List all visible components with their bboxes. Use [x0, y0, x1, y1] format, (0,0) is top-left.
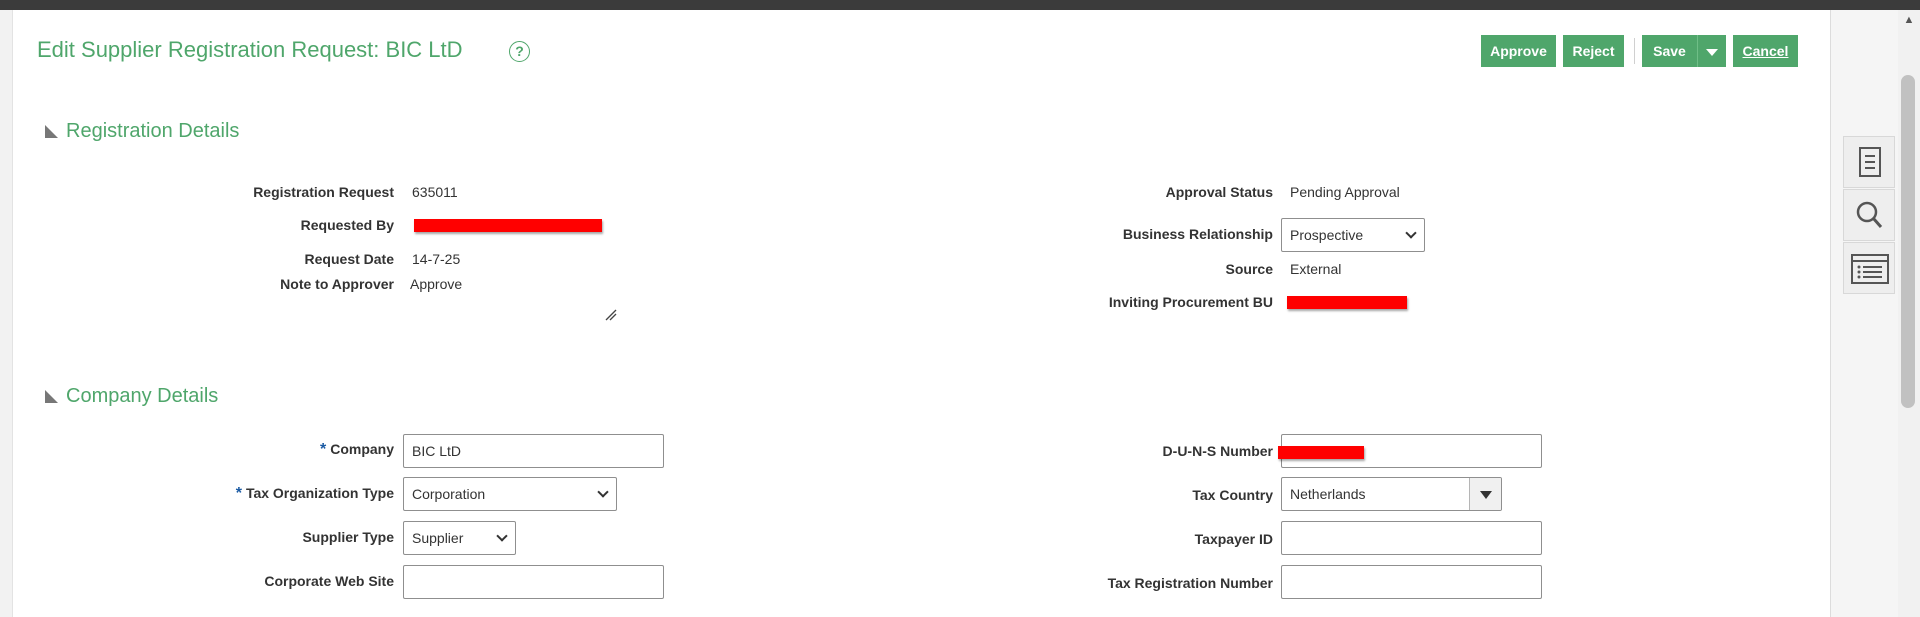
- tax-organization-type-label: * Tax Organization Type: [236, 485, 394, 503]
- duns-number-label: D-U-N-S Number: [1162, 443, 1273, 459]
- request-date-label: Request Date: [304, 251, 394, 267]
- taxpayer-id-input[interactable]: [1281, 521, 1542, 555]
- approve-button[interactable]: Approve: [1481, 35, 1556, 67]
- redacted-duns-number: [1278, 446, 1364, 459]
- note-to-approver-label: Note to Approver: [280, 276, 394, 292]
- redacted-inviting-procurement-bu: [1287, 296, 1407, 309]
- corporate-web-site-input[interactable]: [403, 565, 664, 599]
- supplier-type-label: Supplier Type: [302, 529, 394, 545]
- document-icon: [1859, 147, 1881, 177]
- collapse-triangle-icon[interactable]: [45, 390, 58, 403]
- tax-country-combobox[interactable]: Netherlands: [1281, 477, 1502, 511]
- chevron-down-icon: [496, 530, 508, 542]
- business-relationship-label: Business Relationship: [1122, 226, 1273, 242]
- list-icon: [1851, 254, 1889, 284]
- inviting-procurement-bu-label: Inviting Procurement BU: [1108, 294, 1273, 310]
- approval-status-value: Pending Approval: [1290, 184, 1400, 200]
- save-menu-button[interactable]: [1697, 35, 1726, 67]
- tax-country-value: Netherlands: [1290, 486, 1366, 502]
- requested-by-label: Requested By: [300, 217, 394, 233]
- section-heading-company-details[interactable]: Company Details: [66, 385, 218, 408]
- required-asterisk: *: [319, 441, 327, 458]
- scroll-up-arrow-icon[interactable]: ▲: [1903, 14, 1915, 26]
- window-top-bar: [0, 0, 1920, 10]
- collapse-triangle-icon[interactable]: [45, 125, 58, 138]
- tax-organization-type-selected: Corporation: [412, 486, 486, 502]
- side-panel-list-button[interactable]: [1843, 242, 1895, 294]
- search-icon: [1856, 201, 1883, 228]
- section-heading-registration-details[interactable]: Registration Details: [66, 120, 239, 143]
- business-relationship-select[interactable]: Prospective: [1281, 218, 1425, 252]
- note-to-approver-text[interactable]: Approve: [410, 276, 462, 292]
- request-date-value: 14-7-25: [412, 251, 461, 267]
- resize-handle-icon[interactable]: [605, 309, 617, 321]
- source-label: Source: [1225, 261, 1273, 277]
- supplier-type-selected: Supplier: [412, 530, 464, 546]
- toolbar-separator: [1634, 38, 1635, 64]
- save-button[interactable]: Save: [1642, 35, 1697, 67]
- company-label: * Company: [320, 441, 394, 459]
- reject-button[interactable]: Reject: [1563, 35, 1624, 67]
- question-circle-icon[interactable]: ?: [509, 41, 530, 62]
- cancel-button[interactable]: Cancel: [1733, 35, 1798, 67]
- supplier-type-select[interactable]: Supplier: [403, 521, 516, 555]
- tax-registration-number-input[interactable]: [1281, 565, 1542, 599]
- source-value: External: [1290, 261, 1342, 277]
- caret-down-icon: [1480, 491, 1492, 499]
- tax-registration-number-label: Tax Registration Number: [1107, 575, 1273, 591]
- tax-organization-type-select[interactable]: Corporation: [403, 477, 617, 511]
- company-input[interactable]: BIC LtD: [403, 434, 664, 468]
- approval-status-label: Approval Status: [1165, 184, 1273, 200]
- chevron-down-icon: [1405, 227, 1417, 239]
- side-panel-search-button[interactable]: [1843, 189, 1895, 241]
- left-edge: [0, 10, 13, 617]
- redacted-requested-by: [414, 219, 602, 232]
- registration-request-value: 635011: [412, 184, 458, 200]
- business-relationship-selected: Prospective: [1290, 227, 1364, 243]
- page-title: Edit Supplier Registration Request: BIC …: [37, 37, 463, 62]
- side-panel-document-button[interactable]: [1843, 136, 1895, 188]
- corporate-web-site-label: Corporate Web Site: [264, 573, 394, 589]
- tax-organization-type-label-text: Tax Organization Type: [245, 485, 394, 501]
- tax-country-dropdown-button[interactable]: [1469, 478, 1501, 510]
- scrollbar-thumb[interactable]: [1901, 75, 1915, 408]
- required-asterisk: *: [235, 485, 242, 502]
- tax-country-label: Tax Country: [1192, 487, 1273, 503]
- registration-request-label: Registration Request: [253, 184, 394, 200]
- company-label-text: Company: [330, 441, 394, 457]
- caret-down-icon: [1706, 48, 1718, 56]
- taxpayer-id-label: Taxpayer ID: [1194, 531, 1273, 547]
- chevron-down-icon: [597, 486, 609, 498]
